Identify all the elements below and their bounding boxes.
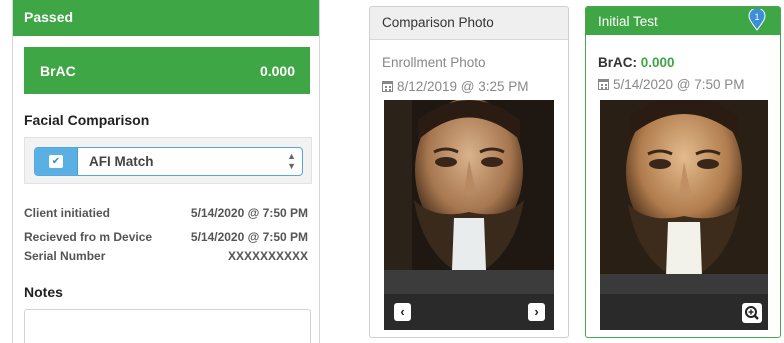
initial-test-card: Initial Test 1 BrAC: 0.000 5/14/2020 @ 7… bbox=[585, 6, 781, 338]
serial-number-value: XXXXXXXXXX bbox=[227, 249, 308, 263]
initial-test-date: 5/14/2020 @ 7:50 PM bbox=[598, 77, 745, 92]
client-initiated-label: Client initiatied bbox=[24, 206, 111, 220]
serial-number-label: Serial Number bbox=[24, 249, 106, 263]
calendar-icon bbox=[598, 79, 609, 90]
received-value: 5/14/2020 @ 7:50 PM bbox=[190, 230, 308, 244]
chevron-right-icon: › bbox=[534, 304, 539, 319]
client-initiated-value: 5/14/2020 @ 7:50 PM bbox=[190, 206, 308, 220]
previous-photo-button[interactable]: ‹ bbox=[394, 303, 411, 321]
chevron-left-icon: ‹ bbox=[400, 304, 405, 319]
zoom-photo-button[interactable] bbox=[742, 303, 762, 323]
enrollment-date: 8/12/2019 @ 3:25 PM bbox=[382, 79, 529, 94]
status-header: Passed bbox=[13, 0, 319, 36]
initial-brac-label: BrAC: bbox=[598, 55, 637, 70]
initial-test-photo bbox=[600, 100, 768, 294]
map-pin-icon[interactable]: 1 bbox=[748, 9, 766, 31]
received-label: Recieved fro m Device bbox=[24, 230, 153, 244]
notes-textarea[interactable] bbox=[24, 309, 311, 343]
photo-navigation-bar: ‹ › bbox=[384, 294, 554, 330]
brac-result-bar: BrAC 0.000 bbox=[24, 47, 310, 94]
initial-brac: BrAC: 0.000 bbox=[598, 55, 675, 70]
select-arrows-icon: ▲ ▼ bbox=[287, 151, 296, 171]
initial-test-title: Initial Test bbox=[598, 14, 658, 29]
afi-match-label: AFI Match bbox=[89, 154, 154, 169]
pin-number: 1 bbox=[754, 12, 759, 22]
comparison-photo-header: Comparison Photo bbox=[370, 7, 568, 40]
afi-checkbox[interactable]: ✔ bbox=[35, 148, 78, 175]
enrollment-date-text: 8/12/2019 @ 3:25 PM bbox=[397, 79, 529, 94]
enrollment-photo-label: Enrollment Photo bbox=[382, 55, 486, 70]
brac-label: BrAC bbox=[40, 63, 76, 79]
checkbox-icon: ✔ bbox=[49, 155, 63, 168]
test-result-panel: Passed BrAC 0.000 Facial Comparison ✔ AF… bbox=[12, 0, 320, 343]
enrollment-photo bbox=[384, 100, 554, 294]
initial-brac-value: 0.000 bbox=[640, 55, 675, 70]
initial-test-header: Initial Test 1 bbox=[586, 7, 780, 35]
zoom-in-icon bbox=[745, 306, 759, 320]
afi-match-select[interactable]: ✔ AFI Match ▲ ▼ bbox=[34, 147, 303, 176]
calendar-icon bbox=[382, 81, 393, 92]
facial-comparison-title: Facial Comparison bbox=[24, 112, 150, 128]
initial-photo-toolbar bbox=[600, 294, 768, 330]
initial-test-date-text: 5/14/2020 @ 7:50 PM bbox=[613, 77, 745, 92]
brac-value: 0.000 bbox=[259, 63, 295, 79]
next-photo-button[interactable]: › bbox=[528, 303, 545, 321]
notes-title: Notes bbox=[24, 284, 63, 300]
afi-match-group: ✔ AFI Match ▲ ▼ bbox=[24, 137, 312, 184]
comparison-photo-card: Comparison Photo Enrollment Photo 8/12/2… bbox=[369, 6, 569, 338]
